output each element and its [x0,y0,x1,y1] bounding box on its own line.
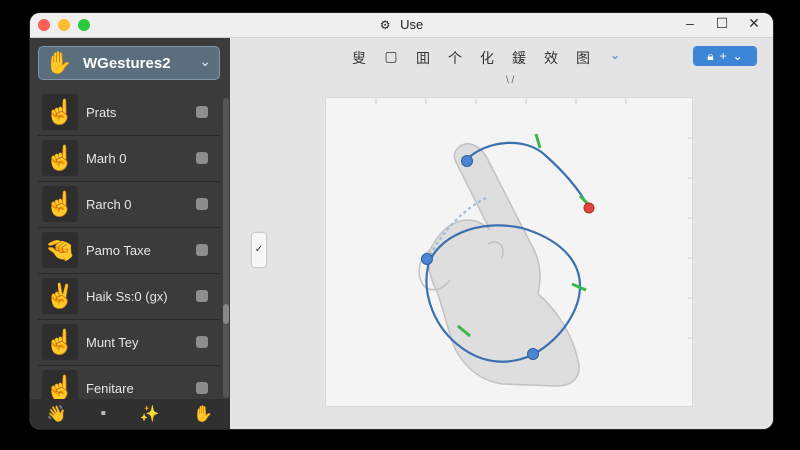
gesture-checkbox[interactable] [196,198,208,210]
window-title: Use [400,17,424,32]
gesture-label: Pamo Taxe [86,243,151,258]
app-gear-icon: ⚙ [379,18,391,32]
app-window: ⚙ Use – ☐ ✕ ✋ WGestures2 ⌄ ☝ Prats ☝ Mar… [30,13,773,429]
hand-gesture-icon: ✋ [45,50,73,75]
gesture-drawing [375,98,694,387]
close-button[interactable]: ✕ [745,15,763,32]
sparkle-hand-icon[interactable]: ✨ [140,404,160,424]
gesture-label: Rarch 0 [86,197,132,212]
tool-button[interactable]: 鍰 [510,48,528,68]
gesture-label: Haik Ss:0 (gx) [86,289,168,304]
gesture-list-item[interactable]: ☝ Prats [38,90,220,136]
pointing-hand-icon: ☝ [42,186,78,222]
hand-wave-icon[interactable]: 👋 [47,404,67,424]
tool-group: 叟 ▢ 囬 个 化 鍰 效 图 ⌄ [350,48,624,68]
gesture-label: Marh 0 [86,151,127,166]
tool-button[interactable]: ▢ [382,48,400,68]
gesture-checkbox[interactable] [196,336,208,348]
sidebar-scrollbar[interactable] [223,98,229,398]
pointing-hand-icon: ☝ [42,140,78,176]
gesture-list-item[interactable]: ☝ Rarch 0 [38,182,220,228]
gesture-list-item[interactable]: ☝ Marh 0 [38,136,220,182]
chevron-down-icon: ⌄ [199,53,211,69]
add-gesture-button[interactable]: 🔒︎ + ⌄ [693,46,757,66]
sidebar: ✋ WGestures2 ⌄ ☝ Prats ☝ Marh 0 ☝ Rarch … [30,38,230,429]
main-area: 叟 ▢ 囬 个 化 鍰 效 图 ⌄ \ / 🔒︎ + ⌄ ✓ [230,38,773,429]
maximize-button[interactable]: ☐ [713,15,731,32]
gesture-list-item[interactable]: 🤏 Pamo Taxe [38,228,220,274]
toolbar: 叟 ▢ 囬 个 化 鍰 效 图 ⌄ \ / 🔒︎ + ⌄ [230,38,773,86]
tools-chevron-icon[interactable]: ⌄ [606,48,624,68]
cursor-indicator: \ / [506,75,515,86]
window-controls: – ☐ ✕ [681,15,763,32]
gesture-list-item[interactable]: ✌ Haik Ss:0 (gx) [38,274,220,320]
tool-button[interactable]: 化 [478,48,496,68]
hand-illustration [418,143,580,387]
minimize-button[interactable]: – [681,15,699,32]
pinch-hand-icon: 🤏 [42,232,78,268]
tool-button[interactable]: 效 [542,48,560,68]
gesture-checkbox[interactable] [196,106,208,118]
tool-button[interactable]: 叟 [350,48,368,68]
gesture-label: Fenitare [86,381,134,396]
pointing-hand-icon: ☝ [42,94,78,130]
gesture-label: Prats [86,105,117,120]
gesture-list-item[interactable]: ☝ Munt Tey [38,320,220,366]
gesture-checkbox[interactable] [196,152,208,164]
gesture-set-title: WGestures2 [83,55,171,72]
title-bar: ⚙ Use – ☐ ✕ [30,13,773,38]
gesture-checkbox[interactable] [196,382,208,394]
gesture-list: ☝ Prats ☝ Marh 0 ☝ Rarch 0 🤏 Pamo Taxe ✌ [38,90,220,412]
gesture-checkbox[interactable] [196,290,208,302]
gesture-canvas[interactable] [325,97,694,407]
pointing-hand-icon: ☝ [42,324,78,360]
gesture-label: Munt Tey [86,335,139,350]
open-hand-icon[interactable]: ✋ [193,404,213,424]
add-label: + [719,49,727,63]
square-icon[interactable]: ▪ [100,405,106,423]
tool-button[interactable]: 个 [446,48,464,68]
tool-button[interactable]: 囬 [414,48,432,68]
sidebar-footer: 👋 ▪ ✨ ✋ [30,399,230,429]
lock-icon: 🔒︎ [707,48,714,63]
peace-hand-icon: ✌ [42,278,78,314]
gesture-set-selector[interactable]: ✋ WGestures2 ⌄ [38,46,220,80]
tool-button[interactable]: 图 [574,48,592,68]
chevron-down-icon: ⌄ [732,49,743,63]
gesture-checkbox[interactable] [196,244,208,256]
scrollbar-thumb[interactable] [223,304,229,324]
panel-toggle-button[interactable]: ✓ [252,233,266,267]
window-title-group: ⚙ Use [30,17,773,32]
